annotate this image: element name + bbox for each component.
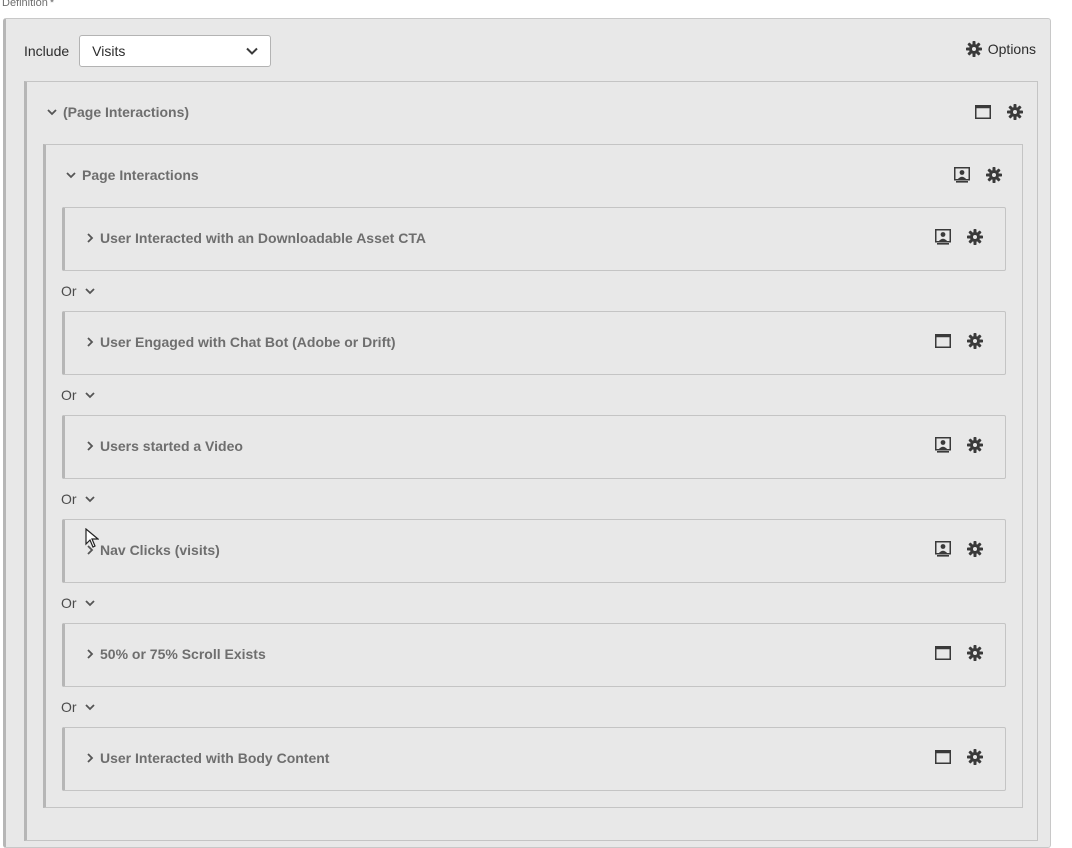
options-label: Options xyxy=(987,41,1036,57)
outer-container-toggle[interactable]: (Page Interactions) xyxy=(47,104,189,120)
rule-actions xyxy=(935,749,983,765)
rule-title: User Interacted with Body Content xyxy=(100,750,330,766)
segment-person-icon[interactable] xyxy=(935,437,951,453)
gear-icon[interactable] xyxy=(967,645,983,661)
rule-actions xyxy=(935,645,983,661)
chevron-right-icon xyxy=(87,753,94,763)
segment-person-icon[interactable] xyxy=(935,229,951,245)
rule-card: User Engaged with Chat Bot (Adobe or Dri… xyxy=(62,311,1006,375)
rule-title: 50% or 75% Scroll Exists xyxy=(100,646,266,662)
window-icon[interactable] xyxy=(935,334,951,348)
chevron-right-icon xyxy=(87,545,94,555)
rule-card: 50% or 75% Scroll Exists xyxy=(62,623,1006,687)
or-operator-dropdown[interactable]: Or xyxy=(61,491,95,507)
or-operator-dropdown[interactable]: Or xyxy=(61,387,95,403)
definition-label: Definition * xyxy=(2,0,55,9)
rule-actions xyxy=(935,541,983,557)
segment-person-icon[interactable] xyxy=(954,167,970,183)
gear-icon[interactable] xyxy=(967,541,983,557)
or-label: Or xyxy=(61,491,77,507)
gear-icon[interactable] xyxy=(967,333,983,349)
segment-person-icon[interactable] xyxy=(935,541,951,557)
chevron-right-icon xyxy=(87,441,94,451)
window-icon[interactable] xyxy=(935,750,951,764)
gear-icon[interactable] xyxy=(1007,104,1023,120)
rule-card: User Interacted with Body Content xyxy=(62,727,1006,791)
inner-container-actions xyxy=(954,167,1002,183)
include-label: Include xyxy=(24,43,70,59)
rule-title: Users started a Video xyxy=(100,438,243,454)
rule-title: User Interacted with an Downloadable Ass… xyxy=(100,230,426,246)
options-button[interactable]: Options xyxy=(965,41,1036,57)
rule-actions xyxy=(935,437,983,453)
chevron-right-icon xyxy=(87,233,94,243)
rule-card: User Interacted with an Downloadable Ass… xyxy=(62,207,1006,271)
chevron-down-icon xyxy=(66,171,76,179)
outer-container: (Page Interactions) Page Interactions Us… xyxy=(24,81,1038,841)
segment-definition-panel: Include Visits Options (Page Interaction… xyxy=(3,18,1051,848)
rule-toggle[interactable]: Users started a Video xyxy=(87,438,243,454)
chevron-down-icon xyxy=(47,108,57,116)
rule-card: Nav Clicks (visits) xyxy=(62,519,1006,583)
rule-actions xyxy=(935,229,983,245)
rule-toggle[interactable]: Nav Clicks (visits) xyxy=(87,542,220,558)
or-label: Or xyxy=(61,387,77,403)
chevron-down-icon xyxy=(77,391,95,399)
or-operator-dropdown[interactable]: Or xyxy=(61,595,95,611)
outer-container-title: (Page Interactions) xyxy=(63,104,190,120)
outer-container-actions xyxy=(975,104,1023,120)
gear-icon xyxy=(965,41,988,57)
gear-icon[interactable] xyxy=(967,437,983,453)
rule-toggle[interactable]: User Engaged with Chat Bot (Adobe or Dri… xyxy=(87,334,396,350)
chevron-down-icon xyxy=(77,287,95,295)
inner-container-toggle[interactable]: Page Interactions xyxy=(66,167,199,183)
or-operator-dropdown[interactable]: Or xyxy=(61,283,95,299)
rule-card: Users started a Video xyxy=(62,415,1006,479)
include-dropdown[interactable]: Visits xyxy=(79,35,272,67)
rule-actions xyxy=(935,333,983,349)
gear-icon[interactable] xyxy=(967,229,983,245)
gear-icon[interactable] xyxy=(967,749,983,765)
chevron-down-icon xyxy=(77,495,95,503)
or-label: Or xyxy=(61,595,77,611)
gear-icon[interactable] xyxy=(986,167,1002,183)
or-operator-dropdown[interactable]: Or xyxy=(61,699,95,715)
rule-title: User Engaged with Chat Bot (Adobe or Dri… xyxy=(100,334,396,350)
rule-title: Nav Clicks (visits) xyxy=(100,542,220,558)
window-icon[interactable] xyxy=(935,646,951,660)
window-icon[interactable] xyxy=(975,105,991,119)
chevron-right-icon xyxy=(87,649,94,659)
include-dropdown-value: Visits xyxy=(92,43,126,59)
inner-container-title: Page Interactions xyxy=(82,167,199,183)
chevron-down-icon xyxy=(77,599,95,607)
chevron-down-icon xyxy=(246,47,258,55)
or-label: Or xyxy=(61,283,77,299)
inner-container: Page Interactions User Interacted with a… xyxy=(43,144,1023,808)
rule-toggle[interactable]: User Interacted with an Downloadable Ass… xyxy=(87,230,426,246)
or-label: Or xyxy=(61,699,77,715)
include-row: Include Visits xyxy=(24,35,272,67)
chevron-down-icon xyxy=(77,703,95,711)
chevron-right-icon xyxy=(87,337,94,347)
rule-toggle[interactable]: 50% or 75% Scroll Exists xyxy=(87,646,266,662)
rule-toggle[interactable]: User Interacted with Body Content xyxy=(87,750,329,766)
